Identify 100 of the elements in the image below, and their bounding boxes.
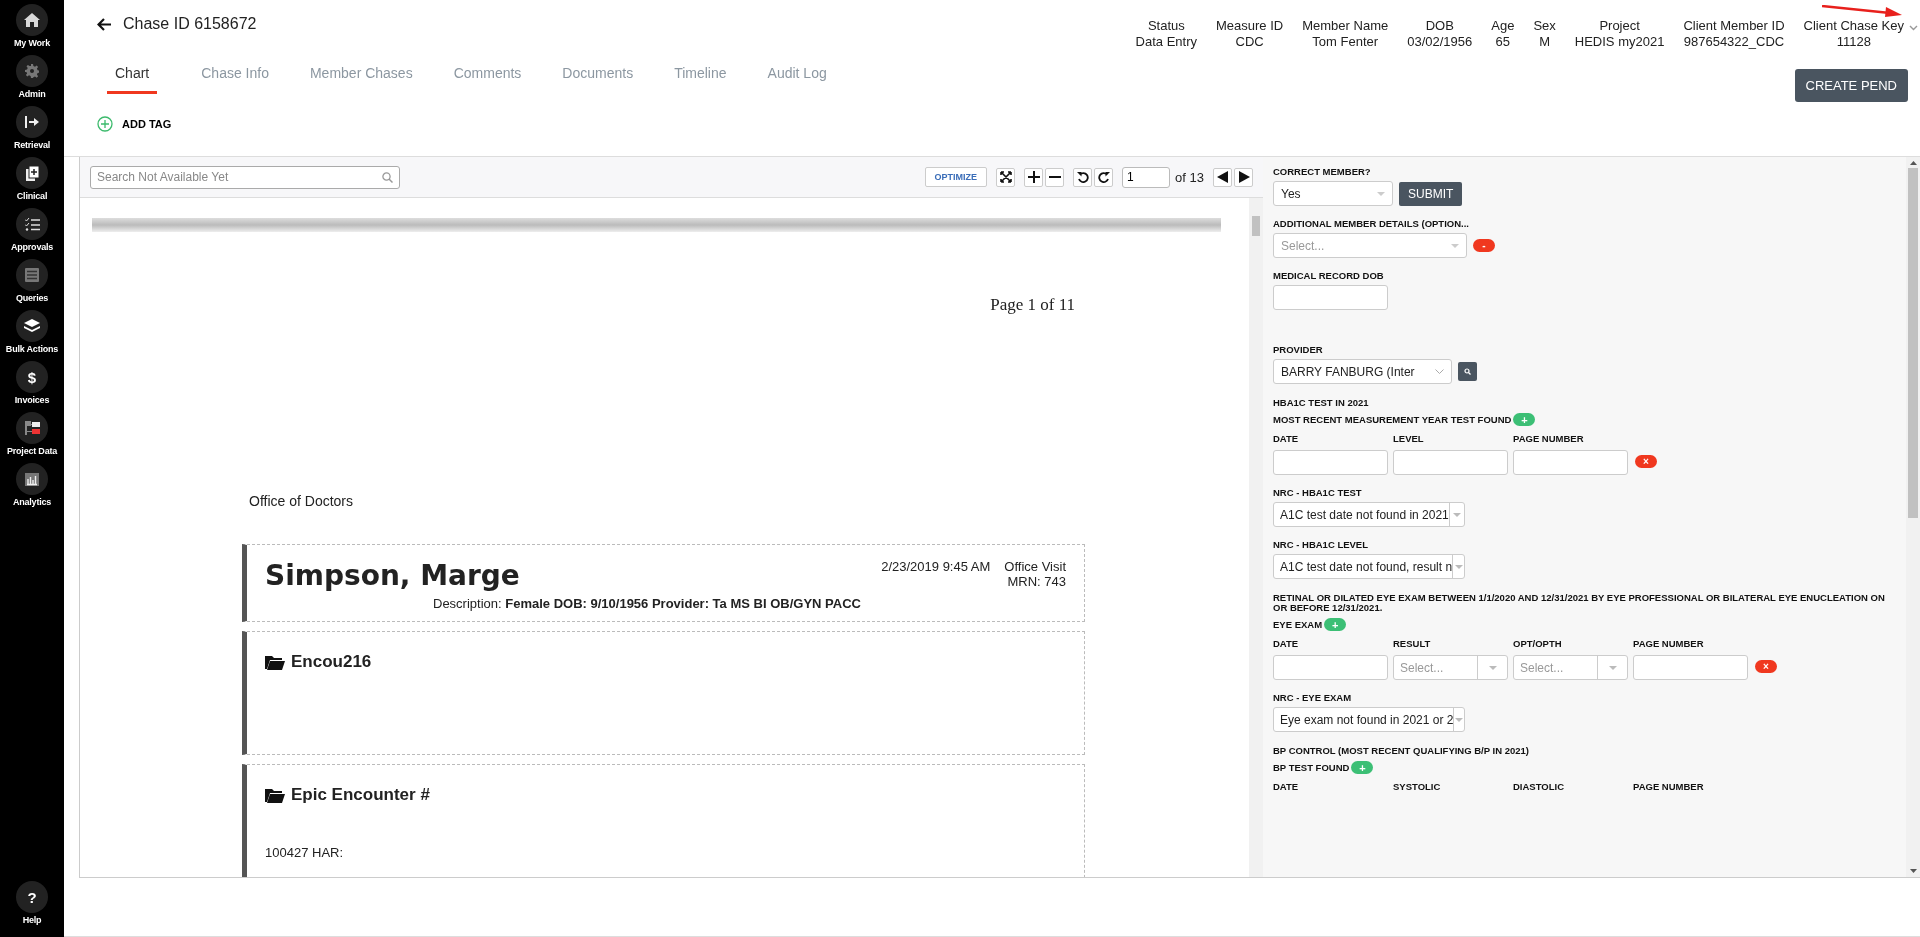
field-label: NRC - HBA1C LEVEL [1273,539,1369,550]
rotate-left-button[interactable] [1073,167,1093,187]
sidebar-item[interactable]: Retrieval [0,106,64,154]
search-button[interactable] [1458,362,1477,381]
chevron-down-icon[interactable] [1909,25,1918,31]
office-name: Office of Doctors [249,493,354,509]
column-label: SYSTOLIC [1393,781,1442,792]
scroll-up-icon[interactable] [1909,161,1917,165]
section-heading: BP CONTROL (MOST RECENT QUALIFYING B/P IN 2021) [1273,746,1530,756]
field-label: ADDITIONAL MEMBER DETAILS (OPTION... [1273,218,1470,229]
folder-icon [265,787,285,803]
field-label: NRC - EYE EXAM [1273,692,1353,703]
column-label: DATE [1273,433,1300,444]
rotate-right-button[interactable] [1094,167,1114,187]
dropdown-field[interactable]: A1C test date not found, result n [1273,554,1465,579]
caret-icon [1454,564,1463,569]
triangle-right-icon [1237,171,1250,183]
patient-name: Simpson, Marge [265,559,520,592]
input-field[interactable] [1633,655,1748,680]
scrollbar[interactable] [1906,157,1920,877]
input-field[interactable] [1513,450,1628,475]
input-field[interactable] [1393,450,1508,475]
search-icon [1464,368,1471,375]
section-heading: HBA1C TEST IN 2021 [1273,398,1370,408]
info-label: Age [1491,18,1515,34]
info-label: Project [1599,18,1640,34]
column-label: DATE [1273,781,1300,792]
section-title: Encou216 [291,652,372,672]
triangle-left-icon [1216,171,1229,183]
plus-circle-icon [97,116,113,132]
info-label: Client Member ID [1683,18,1785,34]
info-value: 03/02/1956 [1407,34,1473,50]
search-icon [382,171,393,183]
help-link[interactable]: ? Help [0,881,64,929]
home-icon [24,13,40,27]
dropdown-field[interactable]: Eye exam not found in 2021 or 2 [1273,707,1465,732]
scrollbar[interactable] [1249,198,1263,877]
scroll-down-icon[interactable] [1909,869,1917,873]
caret-icon [1608,665,1617,670]
sidebar-item[interactable]: Clinical [0,157,64,205]
sidebar-item[interactable]: Queries [0,259,64,307]
field-label: MEDICAL RECORD DOB [1273,270,1385,281]
zoom-out-button[interactable] [1045,167,1065,187]
arrow-right-icon [25,116,39,128]
remove-button[interactable]: × [1635,455,1657,468]
chevron-down-icon [1435,369,1444,374]
info-label: DOB [1425,18,1454,34]
page-number-field[interactable]: 1 [1122,166,1171,188]
input-field[interactable] [1273,655,1388,680]
field-label: BP TEST FOUND [1273,762,1350,773]
document-plus-icon [25,165,39,181]
sidebar-item[interactable]: My Work [0,4,64,52]
previous-page-button[interactable] [1213,167,1232,187]
rotate-right-icon [1097,171,1110,183]
column-label: DIASTOLIC [1513,781,1566,792]
create-pend-button[interactable]: CREATE PEND [1794,69,1908,102]
remove-button[interactable]: - [1473,239,1495,252]
info-value: 987654322_CDC [1683,34,1785,50]
submit-button[interactable]: SUBMIT [1399,181,1463,206]
provider-select[interactable]: BARRY FANBURG (Inter [1273,359,1452,384]
zoom-in-button[interactable] [1024,167,1044,187]
info-value: Data Entry [1135,34,1197,50]
description-text: Description: Female DOB: 9/10/1956 Provider: Ta MS BI OB/GYN PACC [433,596,862,611]
hierarchy-icon [24,421,40,435]
optimize-button[interactable]: OPTIMIZE [924,167,988,187]
bar-chart-icon [25,472,39,486]
add-tag-button[interactable]: ADD TAG [97,116,172,132]
caret-icon [1488,665,1497,670]
plus-icon [1027,171,1040,183]
field-label: NRC - HBA1C TEST [1273,487,1363,498]
column-label: LEVEL [1393,433,1425,444]
remove-button[interactable]: × [1755,660,1777,673]
mrn-text: MRN: 743 [1007,574,1066,589]
next-page-button[interactable] [1234,167,1253,187]
info-value: HEDIS my2021 [1574,34,1665,50]
section-text: 100427 HAR: [265,845,345,860]
dropdown-field[interactable]: A1C test date not found in 2021 [1273,502,1465,527]
info-label: Member Name [1302,18,1389,34]
sidebar-item[interactable]: Project Data [0,412,64,460]
sidebar-item[interactable]: Bulk Actions [0,310,64,358]
page-label: Page 1 of 11 [989,295,1075,315]
sidebar-item[interactable]: Approvals [0,208,64,256]
input-field[interactable] [1273,450,1388,475]
input-field[interactable] [1273,285,1388,310]
column-label: PAGE NUMBER [1513,433,1585,444]
sidebar-item[interactable]: $ Invoices [0,361,64,409]
gear-icon [25,64,39,78]
sidebar-item[interactable]: Admin [0,55,64,103]
member-select[interactable]: Yes [1273,181,1393,206]
search-box[interactable]: Search Not Available Yet [90,165,400,189]
info-label: Measure ID [1216,18,1284,34]
back-arrow-icon[interactable] [97,17,111,31]
info-value: 11128 [1836,34,1871,50]
sidebar-item[interactable]: Analytics [0,463,64,511]
tab[interactable]: Chart [107,48,158,94]
info-value: CDC [1235,34,1264,50]
column-label: PAGE NUMBER [1633,638,1705,649]
section-heading: RETINAL OR DILATED EYE EXAM BETWEEN 1/1/2020 AND 12/31/2021 BY EYE PROFESSIONAL OR BILATERAL EYE ENUCLEATION ON OR BEFORE 12/31/2021. [1273,593,1886,613]
fullscreen-button[interactable] [996,167,1016,187]
column-label: RESULT [1393,638,1432,649]
